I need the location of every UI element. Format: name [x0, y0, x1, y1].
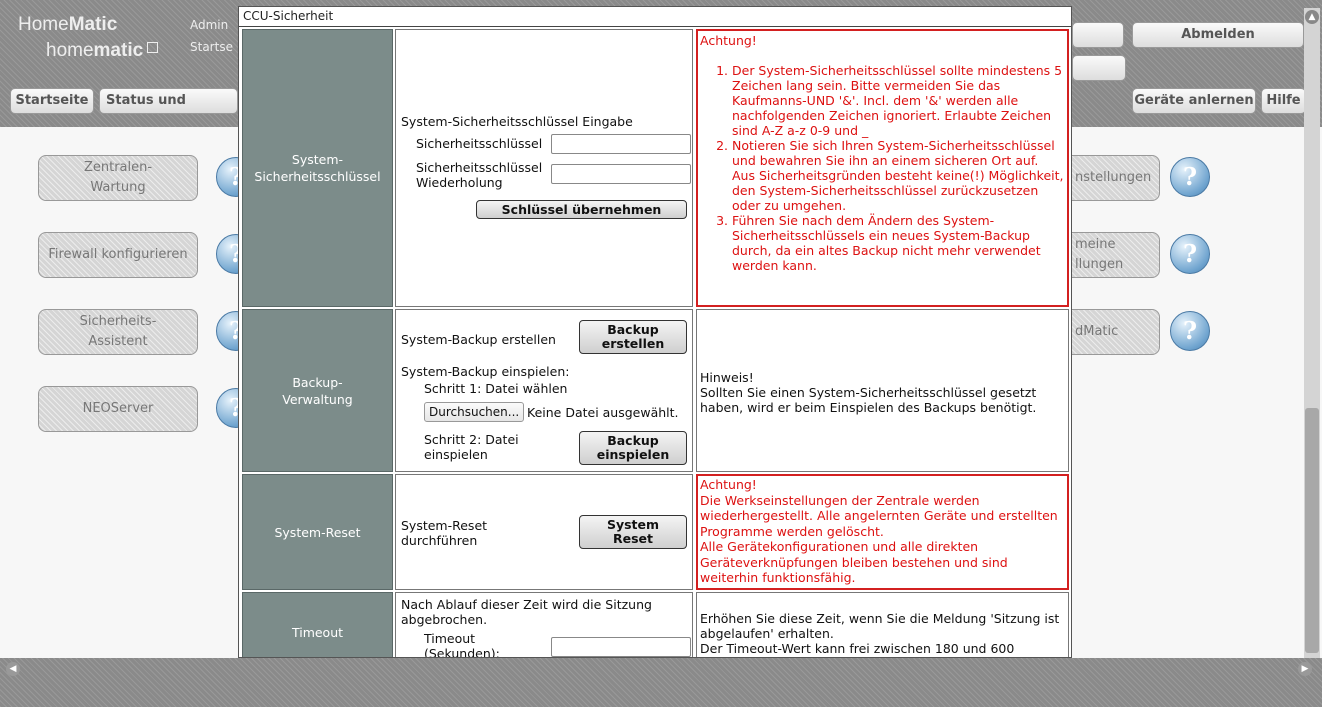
help-icon[interactable]: ?: [1170, 157, 1210, 197]
scroll-right-icon[interactable]: ▶: [1298, 662, 1312, 676]
timeout-row: Timeout Nach Ablauf dieser Zeit wird die…: [239, 592, 1071, 658]
system-reset-button[interactable]: System Reset: [579, 515, 687, 549]
create-backup-label: System-Backup erstellen: [401, 332, 556, 347]
ccu-security-dialog: CCU-Sicherheit System- Sicherheitsschlüs…: [238, 6, 1072, 658]
zentralen-wartung-button[interactable]: Zentralen- Wartung: [38, 155, 198, 201]
security-key-repeat-input[interactable]: [551, 164, 691, 184]
backup-row: Backup- Verwaltung System-Backup erstell…: [239, 309, 1071, 472]
backup-hint: Hinweis! Sollten Sie einen System-Sicher…: [696, 309, 1069, 472]
restore-step1-label: Schritt 1: Datei wählen: [424, 381, 568, 396]
help-icon[interactable]: ?: [1170, 234, 1210, 274]
teach-devices-button[interactable]: Geräte anlernen: [1132, 88, 1256, 114]
timeout-input[interactable]: [551, 637, 691, 657]
homematic-sub-logo: homematic: [46, 40, 159, 62]
security-key-input[interactable]: [551, 134, 691, 154]
current-page-label: Startse: [190, 40, 233, 54]
security-key-row: System- Sicherheitsschlüssel System-Sich…: [239, 29, 1071, 307]
neoserver-button[interactable]: NEOServer: [38, 386, 198, 432]
system-reset-row: System-Reset System-Reset durchführen Sy…: [239, 474, 1071, 590]
security-key-heading: System-Sicherheitsschlüssel Eingabe: [401, 114, 633, 129]
user-name: Admin: [190, 18, 229, 32]
system-reset-form: System-Reset durchführen System Reset: [395, 474, 693, 590]
help-button[interactable]: Hilfe: [1261, 88, 1306, 114]
backup-label: Backup- Verwaltung: [242, 309, 393, 472]
timeout-field-label: Timeout (Sekunden):: [424, 631, 500, 658]
footer-bar: ◀ ▶: [0, 658, 1322, 707]
dialog-title: CCU-Sicherheit: [239, 7, 1071, 27]
help-icon[interactable]: ?: [1170, 311, 1210, 351]
timeout-form: Nach Ablauf dieser Zeit wird die Sitzung…: [395, 592, 693, 658]
system-reset-text: System-Reset durchführen: [401, 518, 488, 548]
homematic-logo: HomeMatic: [18, 14, 118, 35]
restore-backup-button[interactable]: Backup einspielen: [579, 431, 687, 465]
top-button-hidden[interactable]: [1072, 22, 1124, 48]
no-file-selected-text: Keine Datei ausgewählt.: [527, 405, 679, 420]
system-reset-warning: Achtung! Die Werkseinstellungen der Zent…: [696, 474, 1069, 590]
restore-step2-label: Schritt 2: Datei einspielen: [424, 432, 519, 462]
logout-button[interactable]: Abmelden: [1132, 22, 1304, 48]
key-repeat-label: Sicherheitsschlüssel Wiederholung: [416, 160, 543, 190]
top-button-hidden-2[interactable]: [1072, 55, 1126, 81]
security-key-warning: Achtung! Der System-Sicherheitsschlüssel…: [696, 29, 1069, 307]
system-reset-label: System-Reset: [242, 474, 393, 590]
settings-button[interactable]: nstellungen: [1058, 155, 1160, 201]
timeout-label: Timeout: [242, 592, 393, 657]
tab-startseite[interactable]: Startseite: [10, 88, 94, 114]
warning-title: Achtung!: [700, 33, 757, 48]
warning-list: Der System-Sicherheitsschlüssel sollte m…: [700, 63, 1065, 273]
security-key-form: System-Sicherheitsschlüssel Eingabe Sich…: [395, 29, 693, 307]
scroll-up-icon[interactable]: ▲: [1305, 10, 1319, 24]
backup-form: System-Backup erstellen Backup erstellen…: [395, 309, 693, 472]
timeout-description: Nach Ablauf dieser Zeit wird die Sitzung…: [401, 597, 652, 627]
tab-status-und-bedienung[interactable]: Status und Bedienur: [99, 88, 238, 114]
general-settings-button[interactable]: meine llungen: [1058, 232, 1160, 278]
warning-item: Führen Sie nach dem Ändern des System-Si…: [732, 213, 1065, 273]
timeout-hint: Erhöhen Sie diese Zeit, wenn Sie die Mel…: [696, 592, 1069, 657]
apply-key-button[interactable]: Schlüssel übernehmen: [476, 200, 687, 219]
cloudmatic-button[interactable]: dMatic: [1058, 309, 1160, 355]
page-scrollbar[interactable]: ▲: [1304, 8, 1320, 658]
restore-backup-heading: System-Backup einspielen:: [401, 364, 570, 379]
scroll-left-icon[interactable]: ◀: [6, 662, 20, 676]
warning-item: Der System-Sicherheitsschlüssel sollte m…: [732, 63, 1065, 138]
key-field-label: Sicherheitsschlüssel: [416, 136, 543, 151]
create-backup-button[interactable]: Backup erstellen: [579, 320, 687, 354]
browse-file-button[interactable]: Durchsuchen...: [424, 402, 525, 422]
scrollbar-thumb[interactable]: [1305, 408, 1319, 653]
security-key-label: System- Sicherheitsschlüssel: [242, 29, 393, 307]
firewall-button[interactable]: Firewall konfigurieren: [38, 232, 198, 278]
warning-item: Notieren Sie sich Ihren System-Sicherhei…: [732, 138, 1065, 213]
sicherheits-assistent-button[interactable]: Sicherheits- Assistent: [38, 309, 198, 355]
